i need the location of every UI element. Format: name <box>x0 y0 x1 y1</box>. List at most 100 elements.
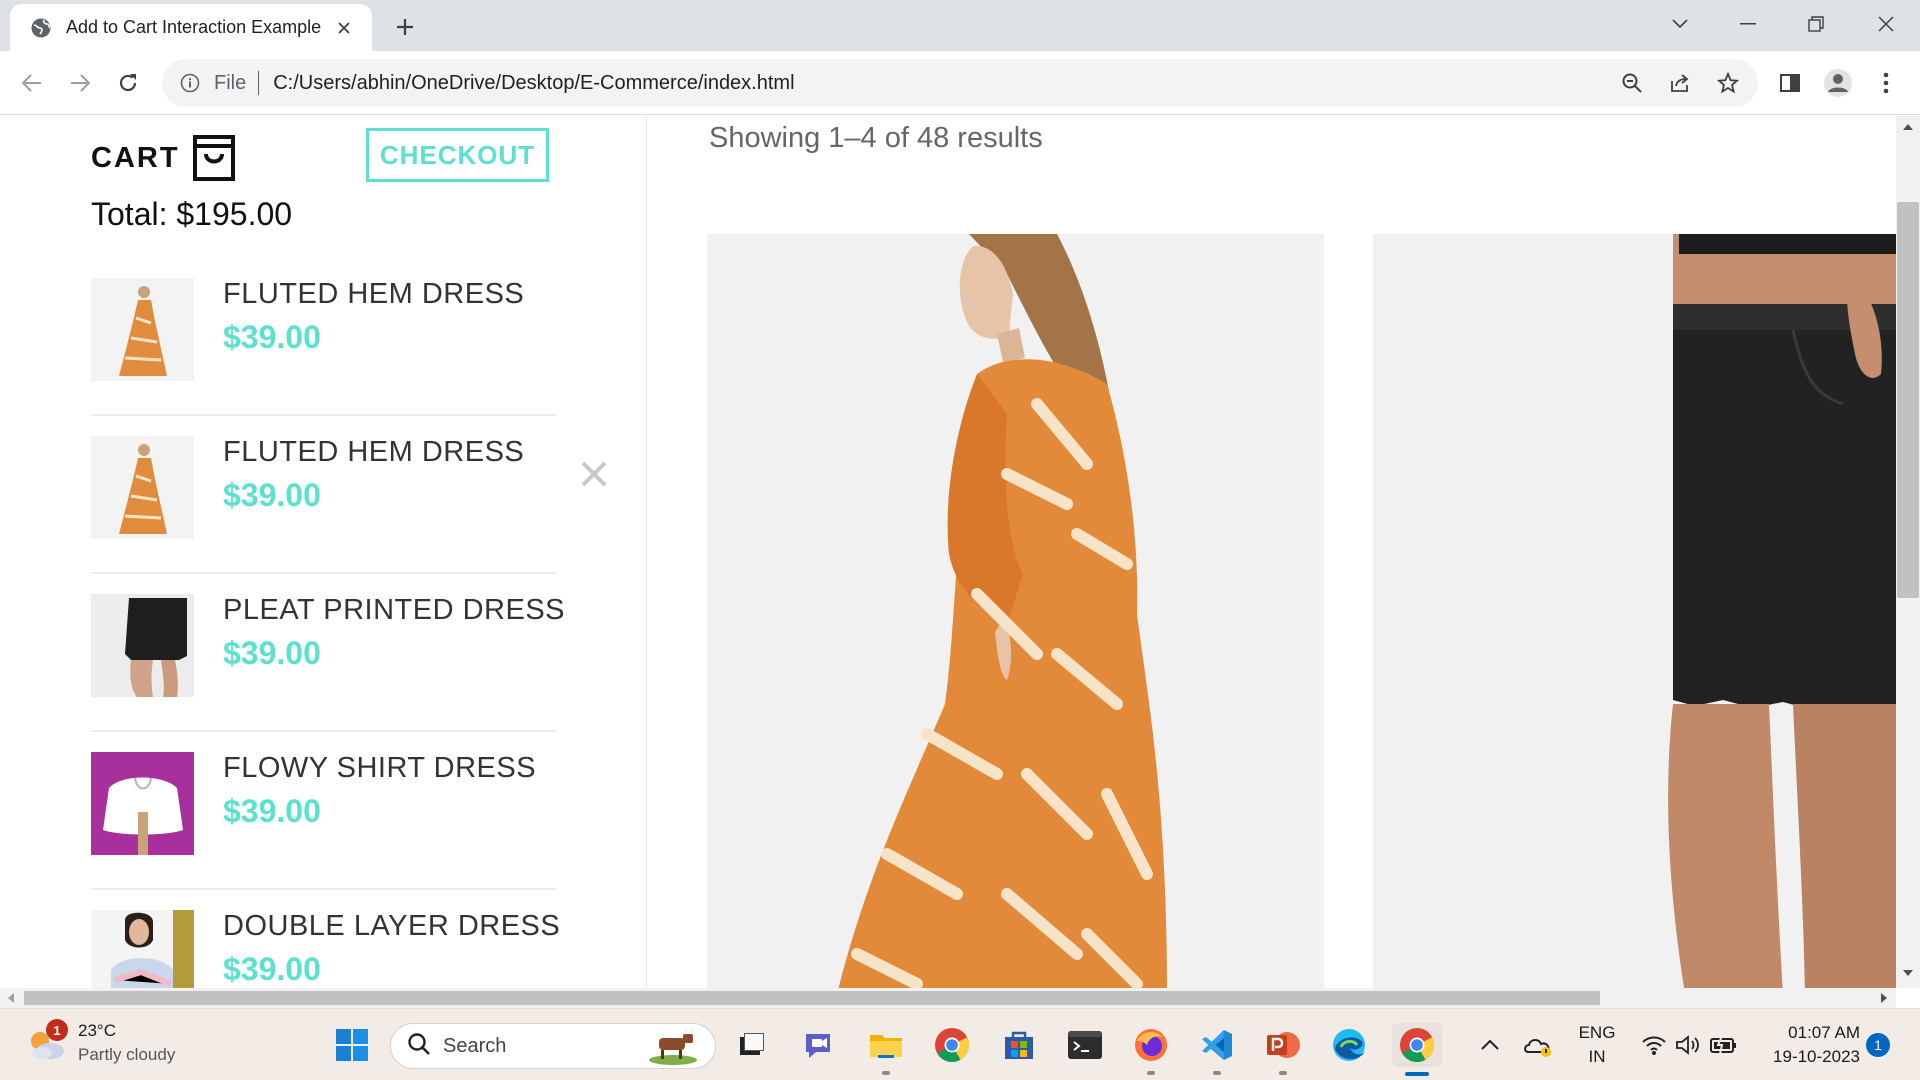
scroll-up-arrow-icon[interactable] <box>1903 124 1913 130</box>
notification-count-badge[interactable]: 1 <box>1866 1033 1890 1057</box>
chevron-down-icon[interactable] <box>1656 8 1704 40</box>
browser-tab-bar: Add to Cart Interaction Example <box>0 0 1920 51</box>
search-label: Search <box>443 1034 507 1057</box>
weather-temperature: 23°C <box>78 1021 116 1040</box>
cart-item-name: FLUTED HEM DRESS <box>223 436 525 468</box>
edge-icon[interactable] <box>1327 1023 1371 1067</box>
cart-item: DOUBLE LAYER DRESS $39.00 <box>91 890 560 988</box>
cart-item-list: FLUTED HEM DRESS $39.00 FLUTED HEM DRESS… <box>91 258 565 988</box>
tab-title: Add to Cart Interaction Example <box>66 17 322 37</box>
running-indicator <box>1279 1071 1287 1075</box>
language-indicator[interactable]: ENG IN <box>1576 1021 1618 1069</box>
scroll-left-arrow-icon[interactable] <box>8 993 14 1003</box>
product-thumbnail <box>91 910 194 988</box>
globe-icon <box>30 17 52 39</box>
url-scheme-label: File <box>214 71 247 94</box>
windows-start-icon[interactable] <box>330 1023 374 1067</box>
profile-avatar-icon[interactable] <box>1820 65 1856 101</box>
cart-item-name: PLEAT PRINTED DRESS <box>223 594 566 626</box>
terminal-icon[interactable] <box>1063 1023 1107 1067</box>
info-icon[interactable] <box>178 71 202 95</box>
product-image <box>707 234 1324 988</box>
checkout-button[interactable]: CHECKOUT <box>366 128 549 182</box>
onedrive-warning-icon[interactable] <box>1516 1023 1560 1067</box>
horizontal-scroll-thumb[interactable] <box>24 991 1600 1005</box>
cart-item-price: $39.00 <box>223 477 321 513</box>
system-clock[interactable]: 01:07 AM 19-10-2023 <box>1752 1021 1860 1069</box>
cart-item: PLEAT PRINTED DRESS $39.00 <box>91 574 565 732</box>
weather-alert-badge: 1 <box>46 1019 68 1041</box>
shopping-bag-icon <box>192 134 236 182</box>
search-highlight-cow-icon <box>645 1026 701 1071</box>
powerpoint-icon[interactable] <box>1261 1023 1305 1075</box>
zoom-icon[interactable] <box>1614 65 1650 101</box>
running-indicator <box>1147 1071 1155 1075</box>
product-image <box>1373 234 1896 988</box>
cart-item-price: $39.00 <box>223 793 321 829</box>
active-window-indicator <box>1405 1072 1429 1076</box>
forward-icon[interactable] <box>62 65 98 101</box>
cart-item-price: $39.00 <box>223 951 321 987</box>
chrome-active-icon[interactable] <box>1392 1023 1442 1076</box>
scroll-right-arrow-icon[interactable] <box>1881 993 1887 1003</box>
cart-title: CART <box>91 141 180 174</box>
taskbar-search-box[interactable]: Search <box>390 1023 716 1069</box>
chrome-icon[interactable] <box>930 1023 974 1067</box>
results-count: Showing 1–4 of 48 results <box>709 122 1043 154</box>
battery-charging-icon[interactable] <box>1702 1023 1746 1067</box>
product-thumbnail <box>91 278 194 381</box>
product-thumbnail <box>91 436 194 539</box>
weather-widget[interactable]: 1 23°C Partly cloudy <box>24 1019 175 1067</box>
search-icon <box>407 1032 431 1061</box>
cart-item: FLUTED HEM DRESS $39.00 <box>91 258 556 416</box>
cart-item: FLUTED HEM DRESS $39.00 <box>91 416 556 574</box>
browser-toolbar: File C:/Users/abhin/OneDrive/Desktop/E-C… <box>0 51 1920 115</box>
share-icon[interactable] <box>1662 65 1698 101</box>
chevron-up-icon[interactable] <box>1468 1023 1512 1067</box>
clock-date: 19-10-2023 <box>1773 1047 1860 1066</box>
restore-icon[interactable] <box>1792 8 1840 40</box>
language-region: IN <box>1588 1047 1606 1066</box>
minimize-icon[interactable] <box>1724 8 1772 40</box>
vertical-scroll-thumb[interactable] <box>1897 202 1919 598</box>
url-text[interactable]: C:/Users/abhin/OneDrive/Desktop/E-Commer… <box>273 72 794 95</box>
firefox-icon[interactable] <box>1129 1023 1173 1075</box>
product-card[interactable] <box>707 234 1324 988</box>
task-view-icon[interactable] <box>730 1023 774 1067</box>
remove-item-close-icon[interactable] <box>578 458 610 490</box>
cart-total: Total: $195.00 <box>91 196 293 232</box>
teams-chat-icon[interactable] <box>797 1023 841 1067</box>
page-viewport: CART CHECKOUT Total: $195.00 FLUTED HEM … <box>0 116 1920 988</box>
bookmark-star-icon[interactable] <box>1710 65 1746 101</box>
cart-panel: CART CHECKOUT Total: $195.00 FLUTED HEM … <box>0 116 647 988</box>
product-thumbnail <box>91 594 194 697</box>
new-tab-icon[interactable] <box>390 12 420 42</box>
weather-condition: Partly cloudy <box>78 1045 176 1064</box>
clock-time: 01:07 AM <box>1788 1023 1860 1042</box>
close-tab-icon[interactable] <box>332 16 356 40</box>
cart-header: CART <box>91 134 236 182</box>
close-window-icon[interactable] <box>1862 8 1910 40</box>
url-separator <box>258 71 260 95</box>
side-panel-icon[interactable] <box>1772 65 1808 101</box>
cart-item-name: FLOWY SHIRT DRESS <box>223 752 537 784</box>
cart-item-price: $39.00 <box>223 635 321 671</box>
kebab-menu-icon[interactable] <box>1868 65 1904 101</box>
language-code: ENG <box>1578 1023 1616 1042</box>
back-icon[interactable] <box>14 65 50 101</box>
cart-item-name: FLUTED HEM DRESS <box>223 278 525 310</box>
running-indicator <box>882 1071 890 1075</box>
windows-taskbar: 1 23°C Partly cloudy Search ENG IN 01:07… <box>0 1008 1920 1080</box>
cart-item-name: DOUBLE LAYER DRESS <box>223 910 561 942</box>
microsoft-store-icon[interactable] <box>997 1023 1041 1067</box>
cart-item-price: $39.00 <box>223 319 321 355</box>
file-explorer-icon[interactable] <box>864 1023 908 1075</box>
address-bar[interactable]: File C:/Users/abhin/OneDrive/Desktop/E-C… <box>162 59 1758 107</box>
vscode-icon[interactable] <box>1195 1023 1239 1075</box>
partly-cloudy-icon: 1 <box>24 1019 68 1065</box>
scroll-down-arrow-icon[interactable] <box>1903 970 1913 976</box>
reload-icon[interactable] <box>110 65 146 101</box>
product-thumbnail <box>91 752 194 855</box>
product-card[interactable] <box>1373 234 1896 988</box>
browser-tab[interactable]: Add to Cart Interaction Example <box>10 4 372 51</box>
